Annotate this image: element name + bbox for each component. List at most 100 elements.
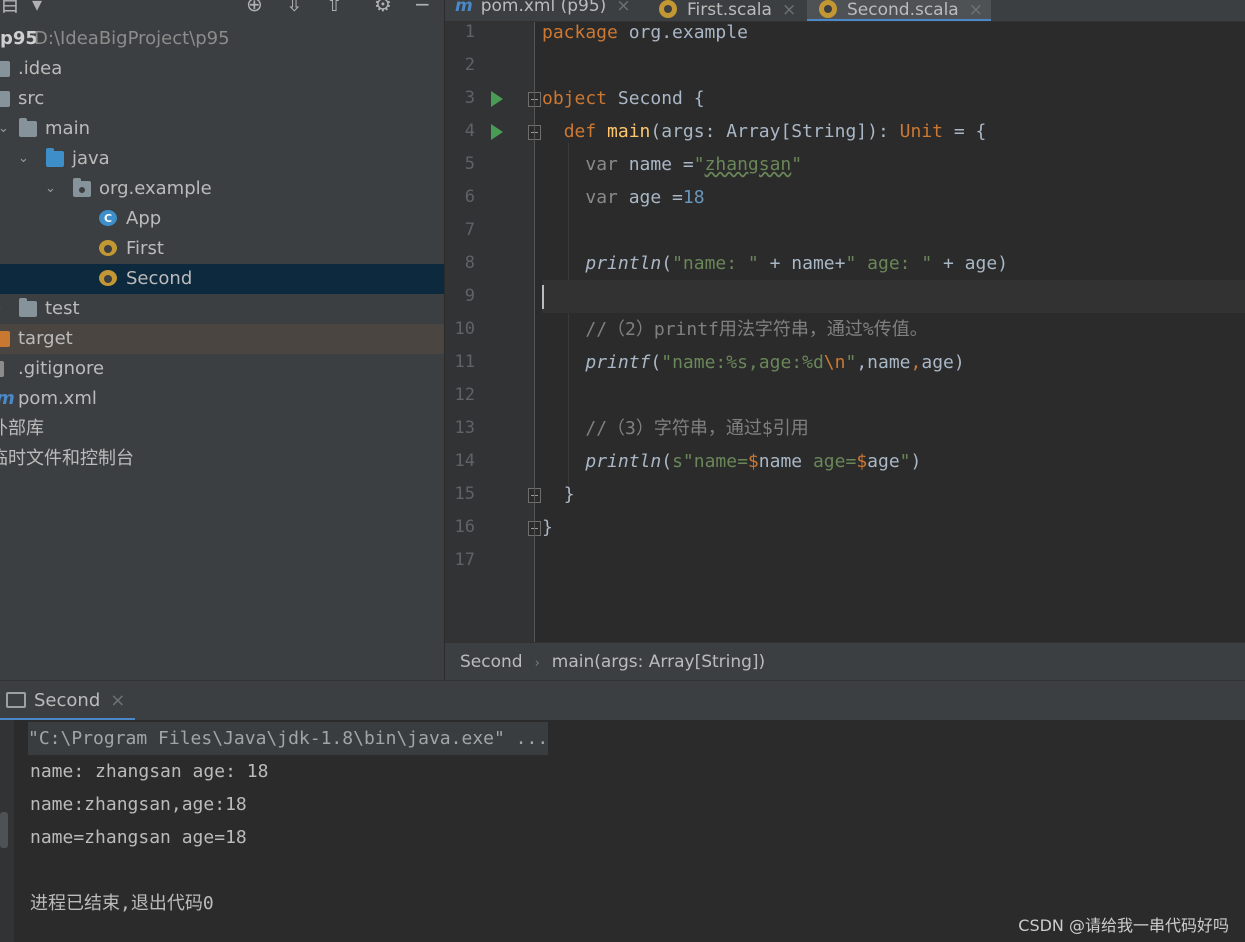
code-line: package org.example [542, 22, 748, 43]
file-icon [0, 361, 4, 377]
close-icon[interactable]: × [969, 0, 983, 20]
breadcrumb: Second › main(args: Array[String]) [445, 642, 1245, 680]
tree-item-label: pom.xml [18, 388, 97, 409]
folder-icon [19, 298, 37, 317]
line-number: 7 [464, 220, 475, 240]
tree-item-test[interactable]: › test [0, 294, 444, 324]
code-line: println(s"name=$name age=$age") [585, 451, 922, 472]
breadcrumb-item-object[interactable]: Second [460, 652, 523, 672]
dropdown-icon[interactable]: ▾ [32, 0, 42, 14]
code-line: //（2）printf用法字符串，通过%传值。 [585, 319, 928, 340]
close-icon[interactable]: × [616, 0, 630, 16]
text-caret [542, 285, 544, 309]
chevron-down-icon[interactable]: ⌄ [45, 174, 56, 204]
scala-object-icon [819, 0, 837, 18]
console-output-line: name: zhangsan age: 18 [30, 761, 269, 782]
project-name: p95 [0, 28, 38, 49]
tree-item-second[interactable]: Second [0, 264, 444, 294]
tree-item-target[interactable]: target [0, 324, 444, 354]
run-console[interactable]: "C:\Program Files\Java\jdk-1.8\bin\java.… [0, 720, 1245, 942]
tree-item-label: src [18, 88, 45, 109]
tree-item-label: .gitignore [18, 358, 105, 379]
folder-icon [19, 118, 37, 137]
run-tab-second[interactable]: Second × [0, 681, 135, 721]
gutter-divider [534, 22, 535, 642]
tab-second-scala[interactable]: Second.scala × [807, 0, 991, 21]
tree-item-label: First [126, 238, 164, 259]
tree-item-label: org.example [99, 178, 212, 199]
tree-item-scratches[interactable]: 临时文件和控制台 [0, 444, 444, 474]
tree-item-main[interactable]: ⌄ main [0, 114, 444, 144]
expand-all-icon[interactable]: ⇩ [286, 0, 303, 14]
tree-item-first[interactable]: First [0, 234, 444, 264]
code-line: var age =18 [585, 187, 705, 208]
editor-gutter: 1 2 3 4 5 6 7 8 9 10 11 12 13 14 15 16 1… [445, 22, 541, 642]
code-editor[interactable]: 1 2 3 4 5 6 7 8 9 10 11 12 13 14 15 16 1… [445, 22, 1245, 642]
code-line: object Second { [542, 88, 705, 109]
breadcrumb-item-method[interactable]: main(args: Array[String]) [552, 652, 765, 672]
tree-item-org-example[interactable]: ⌄ org.example [0, 174, 444, 204]
scroll-marker[interactable] [0, 812, 8, 848]
chevron-icon[interactable]: 目 [0, 0, 20, 14]
excluded-folder-icon [0, 331, 10, 347]
line-number: 13 [454, 418, 475, 438]
line-number: 8 [464, 253, 475, 273]
chevron-down-icon[interactable]: ⌄ [0, 114, 9, 144]
run-icon[interactable] [491, 91, 503, 107]
tab-label: pom.xml (p95) [480, 0, 607, 16]
tree-item-label: 临时文件和控制台 [0, 448, 134, 469]
project-panel: 目 ▾ ⊕ ⇩ ⇧ ⚙ − p95 D:\IdeaBigProject\p95 … [0, 0, 444, 680]
console-output-line: name:zhangsan,age:18 [30, 794, 247, 815]
source-folder-icon [46, 148, 64, 167]
line-number: 9 [464, 286, 475, 306]
code-line: } [542, 517, 553, 538]
tree-item-idea[interactable]: .idea [0, 54, 444, 84]
chevron-right-icon[interactable]: › [0, 294, 1, 324]
tree-item-project-root[interactable]: p95 D:\IdeaBigProject\p95 [0, 24, 444, 54]
line-number: 4 [464, 121, 475, 141]
collapse-all-icon[interactable]: ⇧ [326, 0, 343, 14]
tree-item-java[interactable]: ⌄ java [0, 144, 444, 174]
tree-item-label: target [18, 328, 73, 349]
code-line: var name ="zhangsan" [585, 154, 803, 175]
line-number: 11 [454, 352, 475, 372]
folder-icon [0, 91, 10, 107]
tree-item-label: main [45, 118, 90, 139]
class-icon: C [99, 210, 117, 226]
project-toolbar: 目 ▾ ⊕ ⇩ ⇧ ⚙ − [0, 0, 444, 22]
tree-item-src[interactable]: src [0, 84, 444, 114]
tab-label: Second.scala [847, 0, 959, 20]
line-number: 6 [464, 187, 475, 207]
scala-object-icon [659, 0, 677, 18]
console-output-line: name=zhangsan age=18 [30, 827, 247, 848]
line-number: 16 [454, 517, 475, 537]
line-number: 3 [464, 88, 475, 108]
package-icon [73, 178, 91, 197]
tree-item-app[interactable]: C App [0, 204, 444, 234]
tree-item-label: Second [126, 268, 193, 289]
hide-icon[interactable]: − [414, 0, 431, 14]
tab-first-scala[interactable]: First.scala × [659, 0, 796, 21]
tree-item-external-libraries[interactable]: 外部库 [0, 414, 444, 444]
tree-item-pom[interactable]: m pom.xml [0, 384, 444, 414]
console-icon [6, 692, 26, 708]
folder-icon [0, 61, 10, 77]
line-number: 15 [454, 484, 475, 504]
tree-item-label: 外部库 [0, 418, 44, 439]
tab-pom-xml[interactable]: m pom.xml (p95) × [455, 0, 631, 21]
console-sidebar [0, 720, 14, 942]
close-icon[interactable]: × [110, 690, 125, 711]
line-number: 12 [454, 385, 475, 405]
line-number: 10 [454, 319, 475, 339]
tree-item-label: App [126, 208, 162, 229]
maven-icon: m [0, 384, 15, 414]
code-line: def main(args: Array[String]): Unit = { [563, 121, 987, 142]
console-exit-line: 进程已结束,退出代码0 [30, 893, 214, 914]
locate-icon[interactable]: ⊕ [246, 0, 263, 14]
tree-item-gitignore[interactable]: .gitignore [0, 354, 444, 384]
gear-icon[interactable]: ⚙ [374, 0, 392, 14]
close-icon[interactable]: × [782, 0, 796, 20]
code-line: //（3）字符串，通过$引用 [585, 418, 809, 439]
chevron-down-icon[interactable]: ⌄ [18, 144, 29, 174]
run-icon[interactable] [491, 124, 503, 140]
